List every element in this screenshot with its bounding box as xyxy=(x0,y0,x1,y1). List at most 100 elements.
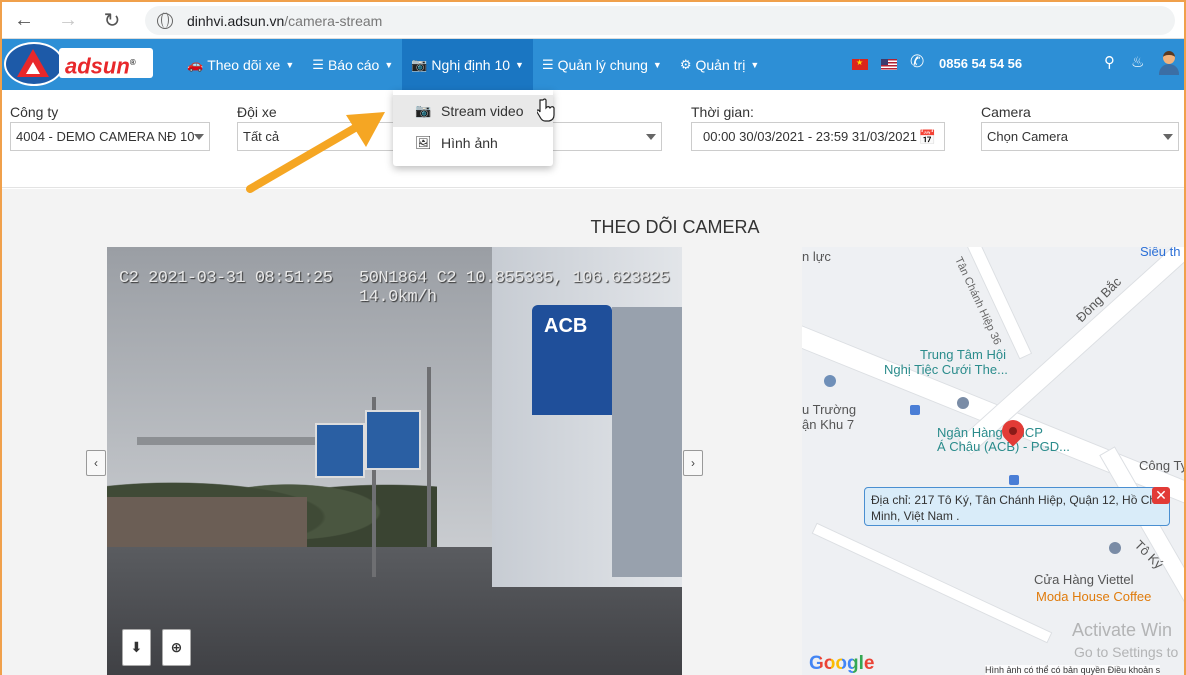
company-label: Công ty xyxy=(10,104,59,120)
next-button[interactable]: › xyxy=(683,450,703,476)
video-building-side xyxy=(612,307,682,577)
video-osd-vehicle-info: 50N1864 C2 10.855335, 106.623825 14.0km/… xyxy=(359,269,670,307)
dropdown-item-stream-video[interactable]: 📷 Stream video xyxy=(393,95,553,127)
chevron-down-icon xyxy=(646,134,656,140)
globe-icon xyxy=(157,12,173,29)
company-value: 4004 - DEMO CAMERA NĐ 10 xyxy=(16,129,195,144)
chevron-left-icon: ‹ xyxy=(94,456,98,470)
map-label: u Trường xyxy=(802,402,857,417)
map-road xyxy=(811,522,1053,644)
map-label: Nghị Tiệc Cưới The... xyxy=(884,362,1008,377)
zoom-button[interactable]: ⊕ xyxy=(162,629,191,666)
back-arrow-icon[interactable]: ← xyxy=(2,2,46,39)
caret-down-icon: ▼ xyxy=(750,59,760,70)
caret-down-icon: ▼ xyxy=(652,59,662,70)
map-label: Công Ty xyxy=(1139,458,1184,473)
video-pole xyxy=(427,367,431,547)
windows-activation-watermark-subtext: Go to Settings to xyxy=(1074,644,1179,660)
map-label: Trung Tâm Hội xyxy=(920,347,1006,362)
gears-icon: ⚙ xyxy=(679,56,692,72)
us-flag-icon[interactable] xyxy=(881,59,897,70)
reload-icon[interactable]: ↻ xyxy=(90,2,134,39)
menu-label: Theo dõi xe xyxy=(207,56,281,73)
menu-label: Nghị định 10 xyxy=(431,56,511,73)
bank-sign-text: ACB xyxy=(544,315,588,337)
camera-label: Camera xyxy=(981,104,1031,120)
camera-icon: 📷 xyxy=(411,56,428,72)
map-attribution[interactable]: Hình ảnh có thể có bản quyền Điều khoản … xyxy=(985,665,1161,675)
url-host: dinhvi.adsun.vn xyxy=(187,12,285,29)
logo-word: adsun® xyxy=(59,48,153,78)
search-icon[interactable]: ⚲ xyxy=(1104,53,1115,71)
menu-label: Báo cáo xyxy=(327,56,380,73)
video-bank-sign: ACB xyxy=(532,305,612,415)
menu-nghi-dinh-10[interactable]: 📷 Nghị định 10 ▼ xyxy=(402,39,533,90)
camera-icon: 📷 xyxy=(415,103,432,118)
map[interactable]: n lực Siêu th Tân Chánh Hiệp 36 Đông Bắc… xyxy=(802,247,1184,675)
list-icon: ☰ xyxy=(541,56,554,72)
avatar-body xyxy=(1159,64,1179,75)
map-label: Ngân Hàng TMCP xyxy=(937,425,1043,440)
windows-activation-watermark: Activate Win xyxy=(1072,620,1173,640)
place-icon xyxy=(957,397,969,409)
menu-bao-cao[interactable]: ☰ Báo cáo ▼ xyxy=(303,39,402,90)
download-button[interactable]: ⬇ xyxy=(122,629,151,666)
time-value: 00:00 30/03/2021 - 23:59 31/03/2021 xyxy=(703,129,917,144)
page-title: THEO DÕI CAMERA xyxy=(590,217,760,237)
menu-label: Quản lý chung xyxy=(557,56,648,73)
camera-select[interactable]: Chọn Camera xyxy=(981,122,1179,151)
caret-down-icon: ▼ xyxy=(285,59,295,70)
video-road-sign xyxy=(315,423,365,478)
camera-value: Chọn Camera xyxy=(987,129,1068,144)
chevron-down-icon xyxy=(1163,134,1173,140)
avatar[interactable] xyxy=(1159,51,1179,75)
map-label: n lực xyxy=(802,249,831,264)
browser-toolbar: ← → ↻ dinhvi.adsun.vn/camera-stream xyxy=(2,2,1184,39)
menu-quan-ly-chung[interactable]: ☰ Quản lý chung ▼ xyxy=(533,39,671,90)
app-header: adsun® 🚗 Theo dõi xe ▼ ☰ Báo cáo ▼ 📷 Nghị địn… xyxy=(2,39,1184,90)
close-icon[interactable]: ✕ xyxy=(1152,487,1170,504)
bell-icon[interactable]: ♨ xyxy=(1131,53,1144,71)
google-logo: Google xyxy=(809,653,874,675)
nghi-dinh-10-dropdown: 📷 Stream video 🖼 Hình ảnh xyxy=(393,90,553,166)
main-menu: 🚗 Theo dõi xe ▼ ☰ Báo cáo ▼ 📷 Nghị định 10 ▼ ☰… xyxy=(178,39,768,90)
menu-theo-doi-xe[interactable]: 🚗 Theo dõi xe ▼ xyxy=(178,39,303,90)
logo-triangle-inner xyxy=(26,62,40,74)
time-range-input[interactable]: 00:00 30/03/2021 - 23:59 31/03/2021 📅 xyxy=(691,122,945,151)
menu-quan-tri[interactable]: ⚙ Quản trị ▼ xyxy=(671,39,768,90)
logo-text: adsun xyxy=(65,53,130,79)
vehicle-select[interactable] xyxy=(542,122,662,151)
forward-arrow-icon[interactable]: → xyxy=(46,2,90,39)
map-label: Moda House Coffee xyxy=(1036,589,1152,604)
dropdown-item-hinh-anh[interactable]: 🖼 Hình ảnh xyxy=(393,127,553,159)
hotline-number: 0856 54 54 56 xyxy=(939,56,1023,71)
address-bar[interactable]: dinhvi.adsun.vn/camera-stream xyxy=(145,6,1175,35)
map-label: ận Khu 7 xyxy=(802,417,855,432)
menu-label: Quản trị xyxy=(695,56,746,73)
filter-bar: Công ty 4004 - DEMO CAMERA NĐ 10 Đội xe … xyxy=(2,90,1184,188)
caret-down-icon: ▼ xyxy=(515,59,524,70)
map-label: Siêu th xyxy=(1140,247,1181,259)
place-icon xyxy=(1109,542,1121,554)
calendar-icon: 📅 xyxy=(918,129,936,145)
google-text: Google xyxy=(809,653,875,674)
chevron-down-icon xyxy=(194,134,204,140)
dropdown-item-label: Stream video xyxy=(441,103,524,119)
video-road-sign xyxy=(365,410,421,470)
camera-video[interactable]: ACB C2 2021-03-31 08:51:25 50N1864 C2 10… xyxy=(107,247,682,675)
prev-button[interactable]: ‹ xyxy=(86,450,106,476)
avatar-head xyxy=(1163,51,1175,64)
video-osd-timestamp: C2 2021-03-31 08:51:25 xyxy=(119,269,333,288)
dropdown-item-label: Hình ảnh xyxy=(441,135,498,151)
map-label: Cửa Hàng Viettel xyxy=(1034,572,1134,587)
vietnam-flag-icon[interactable] xyxy=(852,58,868,70)
company-select[interactable]: 4004 - DEMO CAMERA NĐ 10 xyxy=(10,122,210,151)
main-content: THEO DÕI CAMERA ACB C2 2021-03-31 08:51:… xyxy=(2,189,1184,675)
image-icon: 🖼 xyxy=(415,135,432,150)
annotation-arrow-icon xyxy=(246,112,385,193)
bus-stop-icon xyxy=(910,405,920,415)
map-label: Á Châu (ACB) - PGD... xyxy=(937,439,1070,454)
car-icon: 🚗 xyxy=(187,56,204,72)
adsun-logo[interactable]: adsun® xyxy=(4,42,154,86)
chevron-right-icon: › xyxy=(691,456,695,470)
